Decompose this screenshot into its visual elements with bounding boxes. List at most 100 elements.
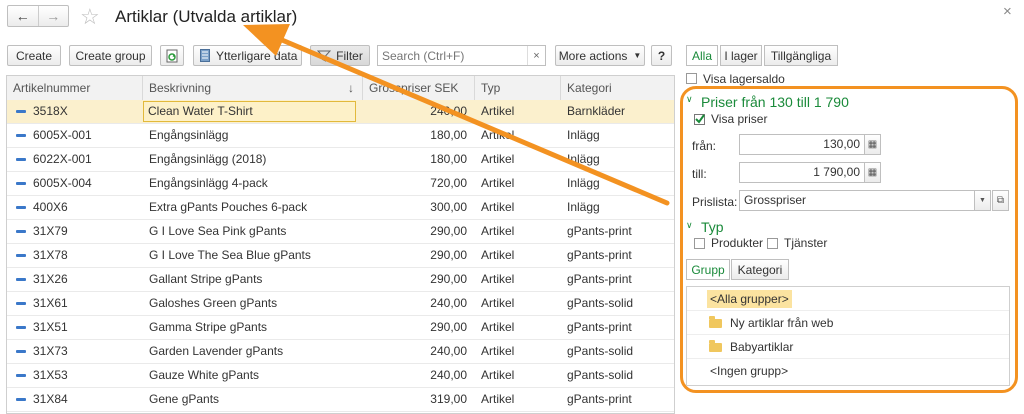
cell-kategori: gPants-solid xyxy=(567,368,634,382)
tab-tillgangliga[interactable]: Tillgängliga xyxy=(764,45,838,66)
price-section-title[interactable]: Priser från 130 till 1 790 xyxy=(701,94,849,110)
cell-kategori: gPants-solid xyxy=(567,344,634,358)
help-button[interactable]: ? xyxy=(651,45,672,66)
refresh-button[interactable] xyxy=(160,45,184,66)
table-row[interactable]: 31X79 G I Love Sea Pink gPants 290,00 Artik… xyxy=(7,220,674,244)
cell-kategori: Inlägg xyxy=(567,128,600,142)
checkmark-icon xyxy=(695,114,705,124)
cell-typ: Artikel xyxy=(481,224,515,238)
tab-grupp[interactable]: Grupp xyxy=(686,259,730,280)
cell-beskrivning: Gene gPants xyxy=(149,392,220,406)
search-input[interactable] xyxy=(378,46,531,65)
cell-typ: Artikel xyxy=(481,296,515,310)
group-item-label: Ny artiklar från web xyxy=(730,316,834,330)
column-header-artikelnummer[interactable]: Artikelnummer xyxy=(7,76,143,100)
group-item-all[interactable]: <Alla grupper> xyxy=(687,287,1009,311)
type-section-title[interactable]: Typ xyxy=(701,219,724,235)
cell-grosspris: 300,00 xyxy=(430,200,467,214)
cell-grosspris: 720,00 xyxy=(430,176,467,190)
cell-beskrivning: Gauze White gPants xyxy=(149,368,260,382)
calculator-icon[interactable]: ▦ xyxy=(864,162,881,183)
table-row[interactable]: 3518X Clean Water T-Shirt 240,00 Artikel Bar… xyxy=(7,100,674,124)
table-row[interactable]: 6005X-001 Engångsinlägg 180,00 Artikel Inläg… xyxy=(7,124,674,148)
cell-beskrivning: Engångsinlägg xyxy=(149,128,229,142)
pricelist-select[interactable]: Grosspriser xyxy=(739,190,975,211)
refresh-icon xyxy=(166,49,178,62)
back-button[interactable]: ← xyxy=(8,6,38,26)
price-from-field[interactable]: 130,00 xyxy=(739,134,865,155)
cell-kategori: Inlägg xyxy=(567,200,600,214)
more-actions-button[interactable]: More actions ▼ xyxy=(555,45,645,66)
table-row[interactable]: 31X26 Gallant Stripe gPants 290,00 Artikel g… xyxy=(7,268,674,292)
cell-kategori: gPants-print xyxy=(567,224,632,238)
chevron-down-icon: ▼ xyxy=(633,51,642,60)
open-icon[interactable]: ⧉ xyxy=(992,190,1009,211)
cell-artikelnummer: 6005X-004 xyxy=(33,176,92,190)
search-clear-icon[interactable]: × xyxy=(527,46,545,65)
cell-typ: Artikel xyxy=(481,368,515,382)
favorite-star-icon[interactable]: ☆ xyxy=(80,4,100,30)
column-header-typ[interactable]: Typ xyxy=(475,76,561,100)
group-item[interactable]: Babyartiklar xyxy=(687,335,1009,359)
chevron-down-icon[interactable]: ∨ xyxy=(686,220,693,231)
table-row[interactable]: 31X78 G I Love The Sea Blue gPants 290,00 A… xyxy=(7,244,674,268)
more-actions-label: More actions xyxy=(558,48,628,63)
cell-beskrivning: Galoshes Green gPants xyxy=(149,296,278,310)
show-stock-checkbox[interactable] xyxy=(686,73,697,84)
products-checkbox[interactable] xyxy=(694,238,705,249)
services-checkbox[interactable] xyxy=(767,238,778,249)
cell-beskrivning: Clean Water T-Shirt xyxy=(143,100,363,123)
column-header-kategori[interactable]: Kategori xyxy=(561,76,674,100)
tab-alla[interactable]: Alla xyxy=(686,45,718,66)
table-row[interactable]: 31X51 Gamma Stripe gPants 290,00 Artikel gPa… xyxy=(7,316,674,340)
price-to-field[interactable]: 1 790,00 xyxy=(739,162,865,183)
cell-beskrivning: Garden Lavender gPants xyxy=(149,344,284,358)
cell-grosspris: 290,00 xyxy=(430,320,467,334)
cell-beskrivning: Extra gPants Pouches 6-pack xyxy=(149,200,308,214)
table-row[interactable]: 31X53 Gauze White gPants 240,00 Artikel gPan… xyxy=(7,364,674,388)
table-row[interactable]: 31X84 Gene gPants 319,00 Artikel gPants-prin… xyxy=(7,388,674,412)
search-field[interactable]: × xyxy=(377,45,546,66)
cell-grosspris: 319,00 xyxy=(430,392,467,406)
table-row[interactable]: 6022X-001 Engångsinlägg (2018) 180,00 Artik… xyxy=(7,148,674,172)
cell-artikelnummer: 31X78 xyxy=(33,248,68,262)
more-data-button[interactable]: Ytterligare data xyxy=(193,45,302,66)
description-edit-field[interactable]: Clean Water T-Shirt xyxy=(143,101,356,122)
table-row[interactable]: 6005X-004 Engångsinlägg 4-pack 720,00 Artik… xyxy=(7,172,674,196)
cell-grosspris: 240,00 xyxy=(430,296,467,310)
cell-artikelnummer: 6022X-001 xyxy=(33,152,92,166)
show-prices-checkbox[interactable] xyxy=(694,114,705,125)
column-header-grosspriser[interactable]: Grosspriser SEK xyxy=(363,76,475,100)
group-item-none[interactable]: <Ingen grupp> xyxy=(687,359,1009,383)
show-prices-label: Visa priser xyxy=(711,112,768,126)
dropdown-arrow-icon[interactable]: ▼ xyxy=(974,190,991,211)
cell-artikelnummer: 3518X xyxy=(33,104,68,118)
cell-grosspris: 240,00 xyxy=(430,344,467,358)
cell-typ: Artikel xyxy=(481,392,515,406)
show-stock-label: Visa lagersaldo xyxy=(703,72,785,86)
group-item[interactable]: Ny artiklar från web xyxy=(687,311,1009,335)
calculator-icon[interactable]: ▦ xyxy=(864,134,881,155)
cell-beskrivning: Engångsinlägg 4-pack xyxy=(149,176,268,190)
table-row[interactable]: 31X61 Galoshes Green gPants 240,00 Artikel g… xyxy=(7,292,674,316)
cell-kategori: gPants-print xyxy=(567,392,632,406)
cell-kategori: gPants-print xyxy=(567,272,632,286)
table-row[interactable]: 31X73 Garden Lavender gPants 240,00 Artikel… xyxy=(7,340,674,364)
tab-i-lager[interactable]: I lager xyxy=(720,45,762,66)
filter-button[interactable]: Filter xyxy=(310,45,370,66)
filter-icon xyxy=(317,50,332,62)
column-header-beskrivning[interactable]: Beskrivning ↓ xyxy=(143,76,363,100)
create-button[interactable]: Create xyxy=(7,45,61,66)
cell-artikelnummer: 31X26 xyxy=(33,272,68,286)
close-icon[interactable]: × xyxy=(1003,3,1012,20)
chevron-down-icon[interactable]: ∨ xyxy=(686,94,693,105)
column-header-beskrivning-label: Beskrivning xyxy=(149,81,212,95)
cell-typ: Artikel xyxy=(481,272,515,286)
table-row[interactable]: 400X6 Extra gPants Pouches 6-pack 300,00 Ar… xyxy=(7,196,674,220)
cell-kategori: gPants-print xyxy=(567,320,632,334)
folder-icon xyxy=(709,316,722,328)
forward-button[interactable]: → xyxy=(37,6,69,26)
tab-kategori[interactable]: Kategori xyxy=(731,259,789,280)
cell-artikelnummer: 31X84 xyxy=(33,392,68,406)
create-group-button[interactable]: Create group xyxy=(69,45,152,66)
